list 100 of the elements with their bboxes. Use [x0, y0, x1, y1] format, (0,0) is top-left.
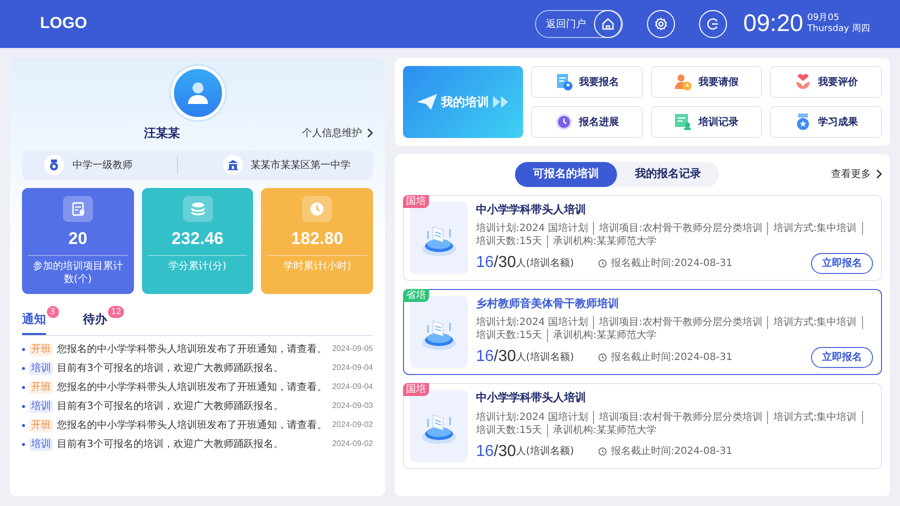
course-detail: 承训机构:某某师范大学	[553, 235, 658, 248]
notice-date: 2024-09-04	[332, 362, 373, 374]
notice-date: 2024-09-03	[332, 400, 373, 412]
notice-text[interactable]: 目前有3个可报名的培训，欢迎广大教师踊跃报名。	[57, 398, 328, 414]
notice-text[interactable]: 您报名的中小学学科带头人培训班发布了开班通知，请查看。	[57, 380, 328, 394]
course-detail: 承训机构:某某师范大学	[553, 329, 658, 342]
course-detail: 培训方式:集中培训	[773, 316, 863, 330]
quick-link-button[interactable]: 我要请假	[650, 66, 762, 98]
settings-button[interactable]	[647, 10, 676, 38]
stat-label: 参加的培训项目累计数(个)	[32, 260, 124, 286]
stat-value: 20	[67, 228, 88, 250]
chevron-right-icon	[366, 128, 373, 138]
heart-icon	[794, 73, 812, 91]
logo: LOGO	[40, 14, 88, 34]
quick-link-button[interactable]: 报名进展	[531, 106, 643, 138]
quota-count: /30	[494, 255, 516, 271]
course-detail: 培训天数:15天	[476, 329, 548, 342]
course-card[interactable]: 国培 中小学学科带头人培训 培训计划:2024 国培计划 培训项目:农村骨干教师分层分类培训 培训方式:集中培训 培训天数:15天 承训机构:某某师范大学 16/30人(培训名额) 报名截止时间:2024-08-31 立即报名	[403, 194, 882, 280]
date-text: 09月05	[807, 12, 840, 24]
course-detail: 培训方式:集中培训	[773, 222, 863, 236]
notice-tab[interactable]: 通知	[22, 310, 46, 334]
person-clock-icon	[674, 73, 692, 91]
quota-unit: 人(培训名额)	[516, 444, 574, 459]
course-tag: 国培	[403, 194, 429, 208]
quick-link-button[interactable]: 我要评价	[770, 66, 882, 98]
enrolled-count: 16	[476, 349, 494, 365]
course-tag: 国培	[403, 382, 429, 396]
portal-button[interactable]: 返回门户	[535, 10, 624, 38]
enrolled-count: 16	[476, 255, 494, 271]
notice-tag: 培训	[29, 400, 53, 412]
logout-icon	[706, 17, 720, 31]
notice-tab[interactable]: 待办	[83, 310, 107, 334]
notice-tag: 培训	[29, 362, 53, 374]
quota-count: /30	[494, 444, 516, 460]
notice-text[interactable]: 目前有3个可报名的培训，欢迎广大教师踊跃报名。	[57, 436, 328, 452]
count-badge: 12	[108, 306, 124, 318]
course-detail: 培训天数:15天	[476, 424, 548, 437]
enrolled-count: 16	[476, 444, 494, 460]
notice-text[interactable]: 您报名的中小学学科带头人培训班发布了开班通知，请查看。	[57, 342, 328, 356]
deadline-text: 报名截止时间:2024-08-31	[610, 444, 732, 459]
clock-icon	[598, 447, 607, 456]
user-name: 汪某某	[144, 125, 180, 142]
deadline-text: 报名截止时间:2024-08-31	[610, 256, 732, 270]
notice-date: 2024-09-02	[332, 438, 373, 450]
play-icon	[493, 96, 509, 108]
notice-text[interactable]: 您报名的中小学学科带头人培训班发布了开班通知，请查看。	[57, 418, 328, 432]
paper-plane-icon	[417, 94, 437, 110]
stat-label: 学时累计(小时)	[282, 260, 352, 272]
profile-edit-link[interactable]: 个人信息维护	[302, 126, 373, 140]
signup-button[interactable]: 立即报名	[811, 252, 873, 274]
notice-tag: 培训	[29, 438, 53, 450]
notice-text[interactable]: 目前有3个可报名的培训，欢迎广大教师踊跃报名。	[57, 360, 328, 376]
notice-tag: 开班	[29, 342, 53, 356]
clock-icon	[309, 201, 326, 217]
notice-date: 2024-09-04	[332, 381, 373, 393]
notice-date: 2024-09-02	[332, 419, 373, 431]
course-detail: 培训项目:农村骨干教师分层分类培训	[599, 410, 768, 424]
chevron-right-icon	[875, 169, 882, 180]
course-detail: 培训方式:集中培训	[773, 410, 863, 424]
course-title: 乡村教师音美体骨干教师培训	[476, 296, 620, 312]
quota-unit: 人(培训名额)	[516, 256, 574, 270]
count-badge: 3	[47, 306, 59, 318]
notice-tag: 开班	[29, 418, 53, 432]
quick-link-button[interactable]: 我要报名	[531, 66, 643, 98]
notice-tag: 开班	[29, 380, 53, 394]
course-detail: 培训计划:2024 国培计划	[476, 316, 594, 330]
form-icon	[554, 73, 573, 91]
deadline-text: 报名截止时间:2024-08-31	[610, 350, 732, 364]
quota-count: /30	[494, 349, 516, 365]
course-title: 中小学学科带头人培训	[476, 390, 587, 406]
logout-button[interactable]	[699, 10, 728, 38]
signup-button[interactable]: 立即报名	[811, 346, 873, 368]
record-icon	[674, 113, 692, 131]
view-more-link[interactable]: 查看更多	[831, 166, 882, 182]
course-detail: 培训计划:2024 国培计划	[476, 222, 594, 236]
teacher-title: 中学一级教师	[72, 158, 132, 172]
course-card[interactable]: 国培 中小学学科带头人培训 培训计划:2024 国培计划 培训项目:农村骨干教师分层分类培训 培训方式:集中培训 培训天数:15天 承训机构:某某师范大学 16/30人(培训名额) 报名截止时间:2024-08-31	[403, 382, 882, 468]
course-detail: 培训项目:农村骨干教师分层分类培训	[599, 316, 768, 330]
quick-link-button[interactable]: 培训记录	[650, 106, 762, 138]
course-detail: 培训项目:农村骨干教师分层分类培训	[599, 222, 768, 236]
clock-time: 09:20	[743, 12, 804, 36]
stat-label: 学分累计(分)	[168, 260, 228, 272]
course-tab[interactable]: 可报名的培训	[515, 162, 617, 186]
course-tag: 省培	[403, 288, 429, 302]
course-detail: 承训机构:某某师范大学	[553, 424, 658, 437]
course-detail: 培训天数:15天	[476, 235, 548, 248]
notice-date: 2024-09-05	[332, 343, 373, 355]
settings-icon	[654, 17, 668, 31]
course-detail: 培训计划:2024 国培计划	[476, 410, 594, 424]
coins-icon	[190, 201, 206, 217]
school-icon	[226, 159, 239, 171]
medal-icon	[48, 159, 60, 171]
course-card[interactable]: 省培 乡村教师音美体骨干教师培训 培训计划:2024 国培计划 培训项目:农村骨干教师分层分类培训 培训方式:集中培训 培训天数:15天 承训机构:某某师范大学 16/30人(培训名额) 报名截止时间:2024-08-31 立即报名	[403, 288, 882, 374]
course-tab[interactable]: 我的报名记录	[617, 162, 719, 186]
weekday-text: Thursday 周四	[807, 24, 870, 36]
stat-value: 182.80	[290, 228, 344, 250]
quick-link-button[interactable]: 学习成果	[770, 106, 882, 138]
clock-icon	[598, 352, 607, 362]
quota-unit: 人(培训名额)	[516, 350, 574, 364]
clock-icon	[598, 258, 607, 268]
